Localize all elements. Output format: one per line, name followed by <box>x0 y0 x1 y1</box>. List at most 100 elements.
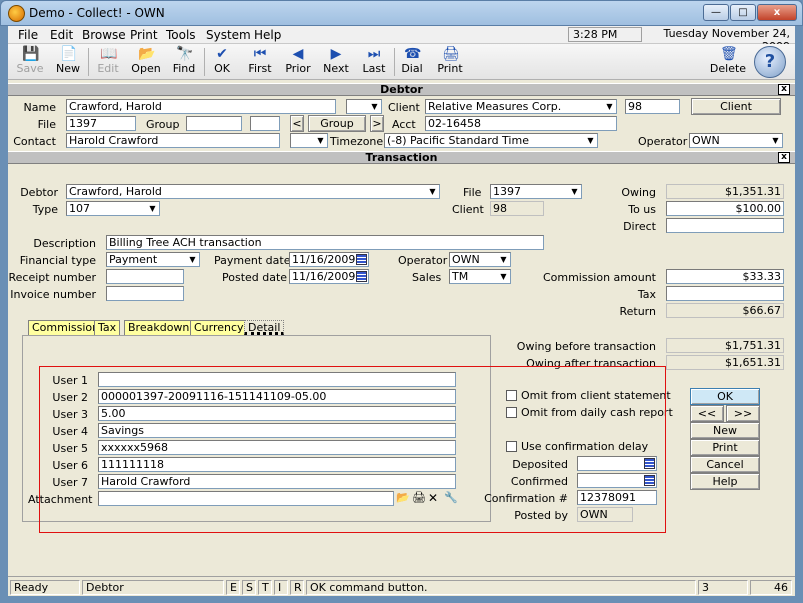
to-us-label: To us <box>628 203 656 216</box>
to-us-field[interactable]: $100.00 <box>666 201 784 216</box>
tab-commission[interactable]: Commission <box>28 320 104 335</box>
menu-edit[interactable]: Edit <box>50 28 73 42</box>
status-count-1: 3 <box>698 580 748 595</box>
last-button[interactable]: ⏭ Last <box>356 46 392 78</box>
receipt-number-field[interactable] <box>106 269 184 284</box>
commission-amount-label: Commission amount <box>542 271 656 284</box>
phone-icon: ☎ <box>404 46 422 62</box>
dial-button[interactable]: ☎ Dial <box>394 46 430 78</box>
debtor-close-button[interactable]: x <box>778 84 790 95</box>
contact-label: Contact <box>13 135 56 148</box>
next-icon: ▶ <box>330 46 342 62</box>
name-dropdown[interactable]: ▼ <box>346 99 382 114</box>
tab-breakdown[interactable]: Breakdown <box>124 320 194 335</box>
cancel-button[interactable]: Cancel <box>690 456 760 473</box>
calendar-icon[interactable] <box>356 254 367 265</box>
menu-browse[interactable]: Browse <box>82 28 126 42</box>
file-field[interactable]: 1397 <box>66 116 136 131</box>
edit-button[interactable]: 📖 Edit <box>90 46 126 78</box>
client-button[interactable]: Client <box>691 98 781 115</box>
client-label-2: Client <box>452 203 484 216</box>
open-button[interactable]: 📂 Open <box>128 46 164 78</box>
transaction-close-button[interactable]: x <box>778 152 790 163</box>
owing-field: $1,351.31 <box>666 184 784 199</box>
next-button[interactable]: ▶ Next <box>318 46 354 78</box>
close-button[interactable]: x <box>757 4 797 21</box>
operator-field[interactable]: OWN ▼ <box>689 133 783 148</box>
sales-field[interactable]: TM ▼ <box>449 269 511 284</box>
client-number-field[interactable]: 98 <box>625 99 680 114</box>
print-button-2[interactable]: Print <box>690 439 760 456</box>
tab-currency[interactable]: Currency <box>190 320 248 335</box>
minimize-button[interactable]: — <box>703 4 729 21</box>
menu-system[interactable]: System <box>206 28 251 42</box>
status-bar: Ready Debtor E S T I R OK command button… <box>8 576 795 596</box>
group-button[interactable]: Group <box>308 115 366 132</box>
invoice-number-field[interactable] <box>106 286 184 301</box>
financial-type-label: Financial type <box>19 254 96 267</box>
sales-label: Sales <box>412 271 442 284</box>
chevron-down-icon: ▼ <box>603 100 616 113</box>
operator-label-2: Operator <box>398 254 448 267</box>
name-field[interactable]: Crawford, Harold <box>66 99 336 114</box>
ok-icon: ✔ <box>216 46 228 62</box>
operator-label: Operator <box>638 135 688 148</box>
group-next-button[interactable]: > <box>370 115 384 132</box>
ok-toolbar-button[interactable]: ✔ OK <box>204 46 240 78</box>
status-message: OK command button. <box>306 580 696 595</box>
help-button[interactable]: Help <box>690 473 760 490</box>
commission-amount-field[interactable]: $33.33 <box>666 269 784 284</box>
chevron-down-icon: ▼ <box>368 100 381 113</box>
group-prev-button[interactable]: < <box>290 115 304 132</box>
client-field[interactable]: Relative Measures Corp. ▼ <box>425 99 617 114</box>
tax-field[interactable] <box>666 286 784 301</box>
new-button-2[interactable]: New <box>690 422 760 439</box>
type-field[interactable]: 107 ▼ <box>66 201 160 216</box>
return-label: Return <box>619 305 656 318</box>
debtor-field[interactable]: Crawford, Harold ▼ <box>66 184 440 199</box>
financial-type-field[interactable]: Payment ▼ <box>106 252 200 267</box>
acct-field[interactable]: 02-16458 <box>425 116 617 131</box>
transaction-operator-field[interactable]: OWN ▼ <box>449 252 511 267</box>
maximize-button[interactable]: □ <box>730 4 756 21</box>
chevron-down-icon: ▼ <box>769 134 782 147</box>
direct-label: Direct <box>623 220 656 233</box>
description-field[interactable]: Billing Tree ACH transaction <box>106 235 544 250</box>
posted-date-field[interactable]: 11/16/2009 <box>289 269 369 284</box>
payment-date-field[interactable]: 11/16/2009 <box>289 252 369 267</box>
delete-button[interactable]: 🗑 Delete <box>708 46 748 78</box>
status-s: S <box>242 580 256 595</box>
find-button[interactable]: 🔭 Find <box>166 46 202 78</box>
first-button[interactable]: ⏮ First <box>242 46 278 78</box>
menu-file[interactable]: File <box>18 28 38 42</box>
prior-button[interactable]: ◀ Prior <box>280 46 316 78</box>
tab-tax[interactable]: Tax <box>94 320 121 335</box>
menu-help[interactable]: Help <box>254 28 281 42</box>
window-title: Demo - Collect! - OWN <box>29 6 165 20</box>
timezone-field[interactable]: (-8) Pacific Standard Time ▼ <box>384 133 598 148</box>
tab-detail[interactable]: Detail <box>244 320 285 335</box>
save-button[interactable]: 💾 Save <box>12 46 48 78</box>
group-field-2[interactable] <box>250 116 280 131</box>
print-button[interactable]: 🖨 Print <box>432 46 468 78</box>
transaction-client-field: 98 <box>490 201 544 216</box>
prev-button[interactable]: << <box>690 405 724 422</box>
direct-field[interactable] <box>666 218 784 233</box>
file-label-2: File <box>463 186 482 199</box>
new-button[interactable]: 📄 New <box>50 46 86 78</box>
contact-field[interactable]: Harold Crawford <box>66 133 280 148</box>
debtor-section-header: Debtor <box>8 83 795 96</box>
name-label: Name <box>23 101 56 114</box>
debtor-label: Debtor <box>20 186 58 199</box>
status-ready: Ready <box>10 580 80 595</box>
menu-print[interactable]: Print <box>130 28 158 42</box>
next-record-button[interactable]: >> <box>726 405 760 422</box>
menu-tools[interactable]: Tools <box>166 28 196 42</box>
help-icon[interactable]: ? <box>754 46 786 78</box>
group-field[interactable] <box>186 116 242 131</box>
last-icon: ⏭ <box>367 46 381 62</box>
ok-button[interactable]: OK <box>690 388 760 405</box>
contact-dropdown[interactable]: ▼ <box>290 133 328 148</box>
calendar-icon[interactable] <box>356 271 367 282</box>
toolbar: 💾 Save 📄 New 📖 Edit 📂 Open 🔭 Find ✔ OK ⏮ First … <box>8 44 795 80</box>
